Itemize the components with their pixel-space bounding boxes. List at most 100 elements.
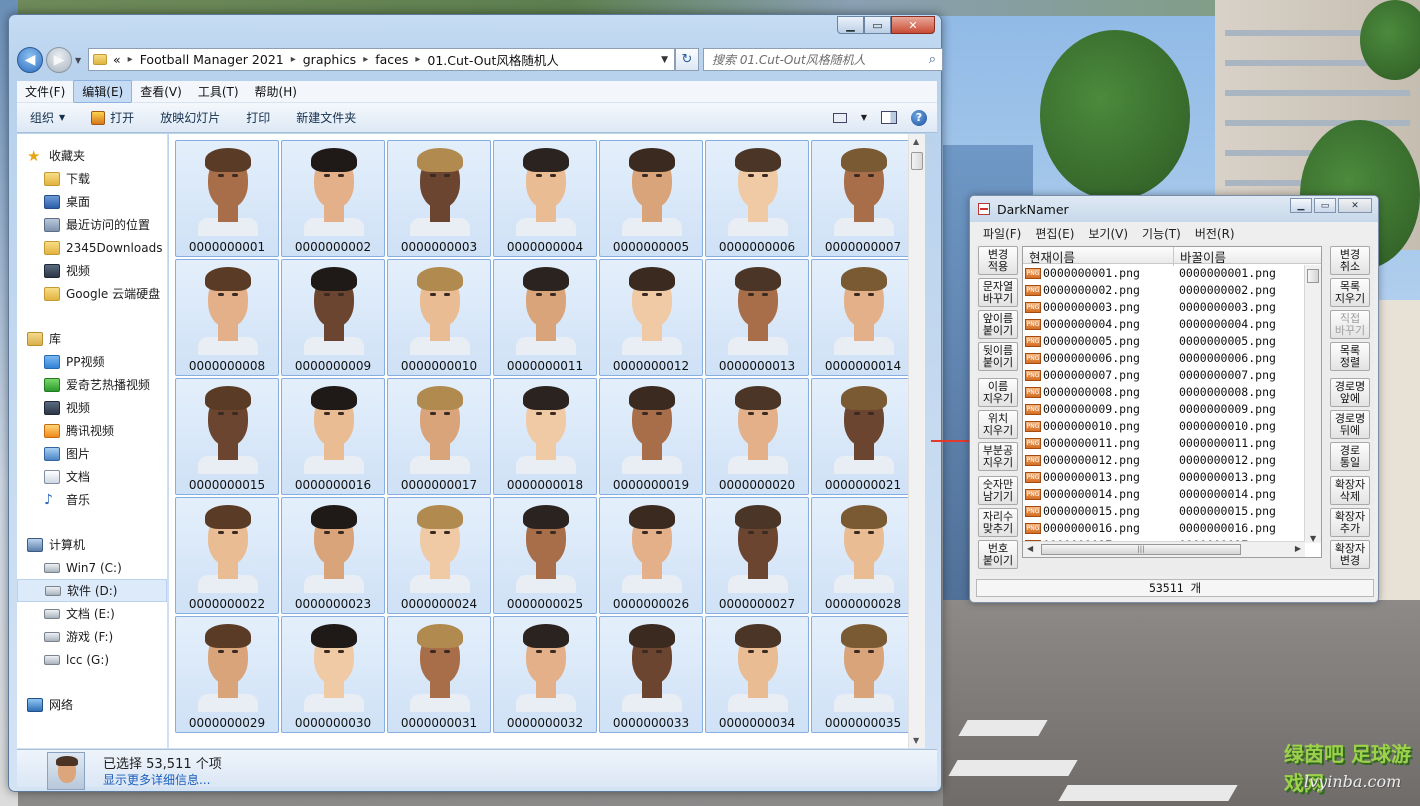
file-thumbnail[interactable]: 0000000033	[599, 616, 703, 733]
scrollbar-thumb[interactable]	[1307, 269, 1319, 283]
change-view-icon[interactable]	[832, 112, 847, 123]
rename-row[interactable]: PNG 0000000015.png 0000000015.png	[1023, 503, 1305, 520]
dn-right-button[interactable]: 경로명 뒤에	[1330, 410, 1370, 439]
organize-button[interactable]: 组织 ▼	[17, 106, 78, 129]
file-thumbnail[interactable]: 0000000025	[493, 497, 597, 614]
nav-item-iqiyi[interactable]: 爱奇艺热播视频	[17, 373, 167, 396]
close-button[interactable]: ✕	[1338, 198, 1372, 213]
dn-menu-view[interactable]: 보기(V)	[1081, 225, 1135, 243]
rename-row[interactable]: PNG 0000000014.png 0000000014.png	[1023, 486, 1305, 503]
dn-right-button[interactable]: 경로 통일	[1330, 442, 1370, 471]
dn-left-button[interactable]: 이름 지우기	[978, 378, 1018, 407]
dn-left-button[interactable]: 번호 붙이기	[978, 540, 1018, 569]
dn-menu-edit[interactable]: 편집(E)	[1028, 225, 1081, 243]
file-thumbnail[interactable]: 0000000001	[175, 140, 279, 257]
scroll-down-icon[interactable]: ▼	[1310, 534, 1316, 543]
file-list-scrollbar[interactable]: ▲ ▼	[908, 134, 925, 748]
scroll-down-icon[interactable]: ▼	[913, 736, 919, 745]
rename-row[interactable]: PNG 0000000005.png 0000000005.png	[1023, 333, 1305, 350]
rename-row[interactable]: PNG 0000000001.png 0000000001.png	[1023, 265, 1305, 282]
file-thumbnail[interactable]: 0000000009	[281, 259, 385, 376]
nav-item-drive-e[interactable]: 文档 (E:)	[17, 602, 167, 625]
file-thumbnail[interactable]: 0000000005	[599, 140, 703, 257]
breadcrumb-item[interactable]: faces	[375, 52, 408, 67]
breadcrumb-item[interactable]: 01.Cut-Out风格随机人	[427, 50, 558, 69]
menu-view[interactable]: 查看(V)	[132, 81, 190, 102]
dn-menu-file[interactable]: 파일(F)	[976, 225, 1028, 243]
file-thumbnail[interactable]: 0000000032	[493, 616, 597, 733]
dn-right-button[interactable]: 목록 정렬	[1330, 342, 1370, 371]
dn-right-button[interactable]: 확장자 추가	[1330, 508, 1370, 537]
nav-item-2345downloads[interactable]: 2345Downloads	[17, 236, 167, 259]
dn-right-button[interactable]: 변경 취소	[1330, 246, 1370, 275]
dn-left-button[interactable]: 뒷이름 붙이기	[978, 342, 1018, 371]
nav-item-recent[interactable]: 最近访问的位置	[17, 213, 167, 236]
file-thumbnail[interactable]: 0000000017	[387, 378, 491, 495]
menu-tools[interactable]: 工具(T)	[190, 81, 247, 102]
file-thumbnail[interactable]: 0000000002	[281, 140, 385, 257]
file-thumbnail[interactable]: 0000000019	[599, 378, 703, 495]
dn-left-button[interactable]: 앞이름 붙이기	[978, 310, 1018, 339]
maximize-button[interactable]: ▭	[864, 16, 891, 34]
breadcrumb-separator[interactable]: ▸	[363, 54, 368, 65]
nav-computer[interactable]: 计算机	[17, 533, 167, 556]
rename-row[interactable]: PNG 0000000012.png 0000000012.png	[1023, 452, 1305, 469]
file-thumbnail[interactable]: 0000000015	[175, 378, 279, 495]
print-button[interactable]: 打印	[233, 106, 283, 129]
scrollbar-thumb[interactable]	[911, 152, 923, 170]
rename-row[interactable]: PNG 0000000002.png 0000000002.png	[1023, 282, 1305, 299]
nav-item-drive-d[interactable]: 软件 (D:)	[17, 579, 167, 602]
slideshow-button[interactable]: 放映幻灯片	[147, 106, 233, 129]
scroll-left-icon[interactable]: ◀	[1027, 544, 1033, 553]
file-thumbnail[interactable]: 0000000030	[281, 616, 385, 733]
nav-item-music[interactable]: ♪ 音乐	[17, 488, 167, 511]
file-thumbnail[interactable]: 0000000021	[811, 378, 915, 495]
view-dropdown-icon[interactable]: ▼	[861, 113, 867, 122]
dn-left-button[interactable]: 부분공 지우기	[978, 442, 1018, 471]
show-more-details-link[interactable]: 显示更多详细信息...	[103, 771, 210, 788]
nav-item-desktop[interactable]: 桌面	[17, 190, 167, 213]
file-thumbnail[interactable]: 0000000011	[493, 259, 597, 376]
dn-menu-version[interactable]: 버전(R)	[1188, 225, 1242, 243]
rename-list-vscroll[interactable]: ▼	[1304, 265, 1321, 543]
rename-list-hscroll[interactable]: ◀ ||| ▶	[1023, 541, 1305, 557]
file-thumbnail[interactable]: 0000000010	[387, 259, 491, 376]
preview-pane-icon[interactable]	[881, 111, 897, 124]
scroll-right-icon[interactable]: ▶	[1295, 544, 1301, 553]
menu-file[interactable]: 文件(F)	[17, 81, 73, 102]
nav-item-drive-g[interactable]: lcc (G:)	[17, 648, 167, 671]
nav-item-pictures[interactable]: 图片	[17, 442, 167, 465]
dn-left-button[interactable]: 변경 적용	[978, 246, 1018, 275]
rename-row[interactable]: PNG 0000000008.png 0000000008.png	[1023, 384, 1305, 401]
file-thumbnail[interactable]: 0000000006	[705, 140, 809, 257]
breadcrumb-separator[interactable]: ▸	[128, 54, 133, 65]
file-thumbnail[interactable]: 0000000035	[811, 616, 915, 733]
scroll-up-icon[interactable]: ▲	[913, 137, 919, 146]
menu-help[interactable]: 帮助(H)	[247, 81, 305, 102]
file-thumbnail[interactable]: 0000000024	[387, 497, 491, 614]
dn-right-button[interactable]: 경로명 앞에	[1330, 378, 1370, 407]
nav-item-tencent-video[interactable]: 腾讯视频	[17, 419, 167, 442]
nav-item-pp-video[interactable]: PP视频	[17, 350, 167, 373]
file-thumbnail[interactable]: 0000000022	[175, 497, 279, 614]
dn-left-button[interactable]: 문자열 바꾸기	[978, 278, 1018, 307]
maximize-button[interactable]: ▭	[1314, 198, 1336, 213]
close-button[interactable]: ✕	[891, 16, 935, 34]
dn-right-button[interactable]: 직접 바꾸기	[1330, 310, 1370, 339]
rename-row[interactable]: PNG 0000000003.png 0000000003.png	[1023, 299, 1305, 316]
rename-row[interactable]: PNG 0000000016.png 0000000016.png	[1023, 520, 1305, 537]
back-button[interactable]: ◀	[17, 47, 43, 73]
dn-right-button[interactable]: 확장자 변경	[1330, 540, 1370, 569]
file-thumbnail[interactable]: 0000000031	[387, 616, 491, 733]
nav-item-downloads[interactable]: 下载	[17, 167, 167, 190]
open-button[interactable]: 打开	[78, 106, 147, 129]
file-thumbnail[interactable]: 0000000003	[387, 140, 491, 257]
search-icon[interactable]: ⌕	[929, 52, 936, 67]
rename-row[interactable]: PNG 0000000006.png 0000000006.png	[1023, 350, 1305, 367]
file-thumbnail[interactable]: 0000000016	[281, 378, 385, 495]
forward-button[interactable]: ▶	[46, 47, 72, 73]
minimize-button[interactable]: ▁	[837, 16, 864, 34]
nav-network[interactable]: 网络	[17, 693, 167, 716]
nav-item-videos[interactable]: 视频	[17, 259, 167, 282]
file-thumbnail[interactable]: 0000000023	[281, 497, 385, 614]
